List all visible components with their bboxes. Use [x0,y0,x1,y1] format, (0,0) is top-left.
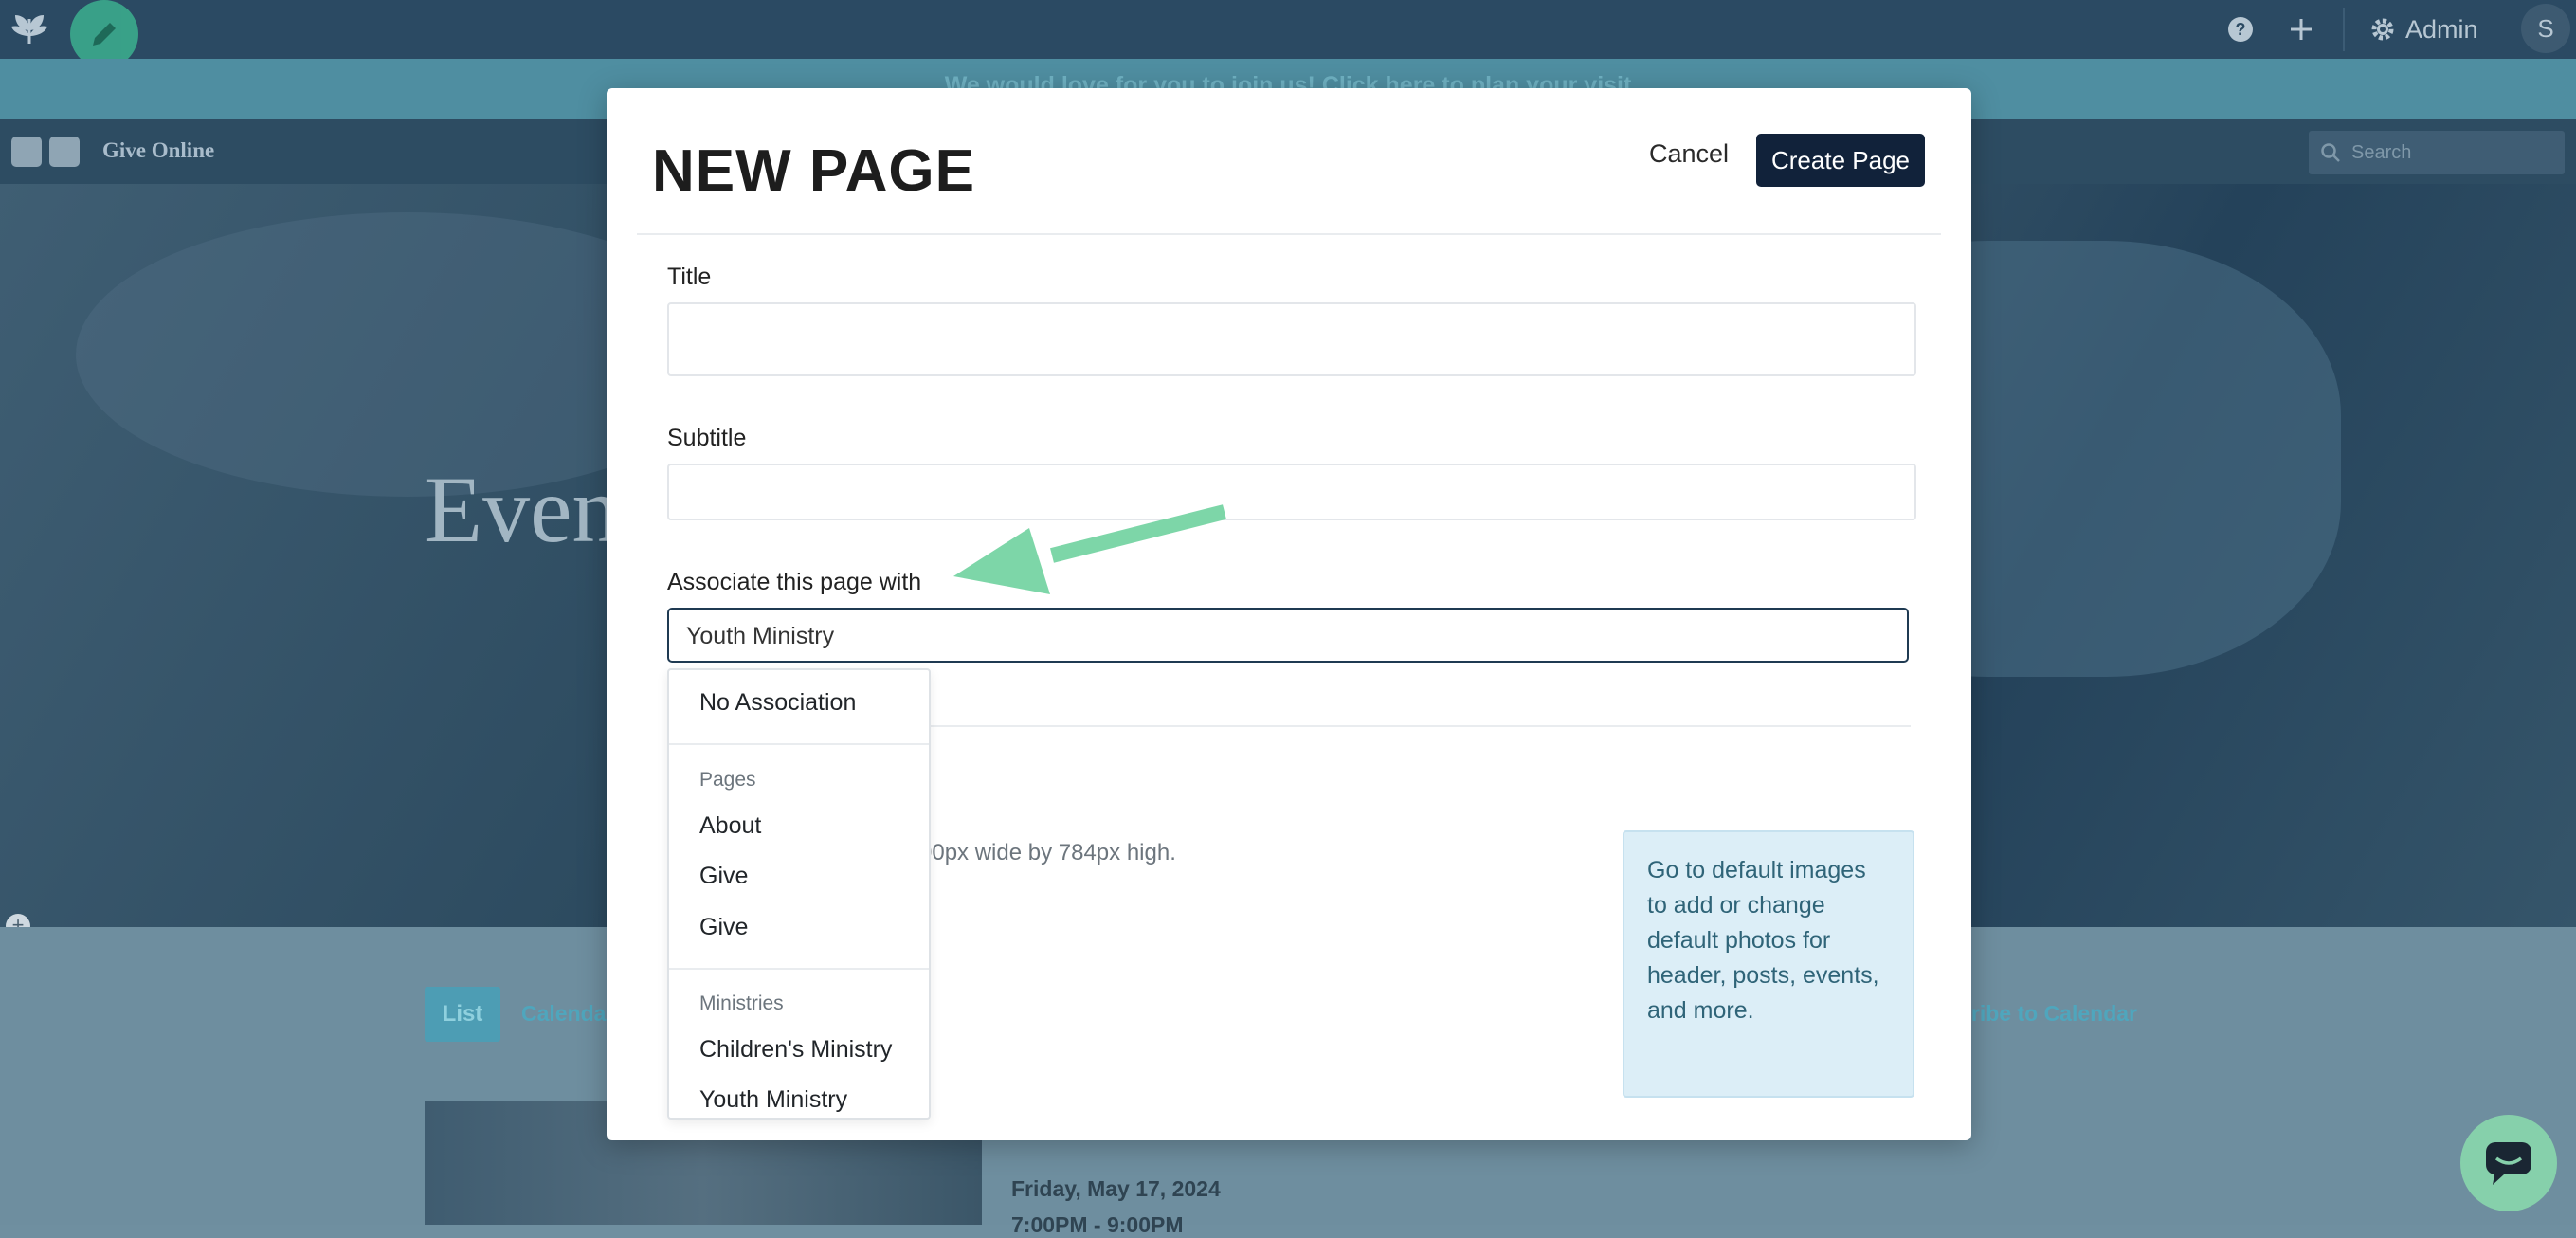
site-search-input[interactable]: Search [2309,131,2565,174]
chat-icon [2486,1142,2531,1185]
search-icon [2321,143,2340,162]
event-time: 7:00PM - 9:00PM [1011,1212,1184,1237]
dropdown-option-no-association[interactable]: No Association [699,689,856,717]
annotation-arrow-icon [953,504,1226,594]
search-placeholder: Search [2351,142,2412,163]
associate-label: Associate this page with [667,569,922,595]
admin-bar-divider [2343,8,2345,51]
image-size-hint: 00px wide by 784px high. [919,840,1176,865]
modal-header-divider [637,233,1941,235]
admin-bar: ? Admin S [0,0,2576,68]
event-date: Friday, May 17, 2024 [1011,1176,1221,1201]
hero-title: Even [425,457,620,562]
subscribe-calendar-link[interactable]: Subscribe to Calendar [1943,1001,2137,1027]
subtitle-input[interactable] [667,464,1916,520]
associate-dropdown: No Association Pages About Give Give Min… [667,668,931,1120]
admin-label: Admin [2405,14,2478,44]
title-label: Title [667,264,712,290]
dropdown-option[interactable]: About [699,812,761,840]
associate-select-value: Youth Ministry [686,623,835,649]
dropdown-option[interactable]: Give [699,914,748,941]
dropdown-option[interactable]: Youth Ministry [699,1086,847,1114]
dropdown-option[interactable]: Give [699,863,748,890]
dropdown-group-header: Pages [699,769,756,791]
create-page-button[interactable]: Create Page [1756,134,1925,187]
associate-select[interactable]: Youth Ministry [667,608,1909,663]
dropdown-divider [669,968,929,970]
admin-menu[interactable]: Admin [2369,0,2478,59]
nav-link-give-online[interactable]: Give Online [102,138,214,163]
new-page-modal: NEW PAGE Cancel Create Page Title Subtit… [607,88,1971,1140]
default-images-info[interactable]: Go to default images to add or change de… [1623,830,1914,1098]
gear-icon [2371,18,2394,41]
chat-button[interactable] [2460,1115,2557,1211]
add-icon[interactable] [2278,0,2324,59]
svg-text:?: ? [2236,20,2246,39]
title-input[interactable] [667,302,1916,376]
avatar[interactable]: S [2521,4,2570,53]
cancel-button[interactable]: Cancel [1649,139,1729,169]
site-logo-icon[interactable] [6,6,53,53]
list-view-button[interactable]: List [425,987,500,1042]
calendar-view-link[interactable]: Calendar [521,1001,614,1027]
dropdown-option[interactable]: Children's Ministry [699,1036,892,1064]
subtitle-label: Subtitle [667,425,747,451]
dropdown-divider [669,743,929,745]
facebook-icon[interactable] [11,137,42,167]
modal-title: NEW PAGE [652,138,975,204]
instagram-icon[interactable] [49,137,80,167]
dropdown-group-header: Ministries [699,992,784,1014]
help-icon[interactable]: ? [2218,0,2263,59]
